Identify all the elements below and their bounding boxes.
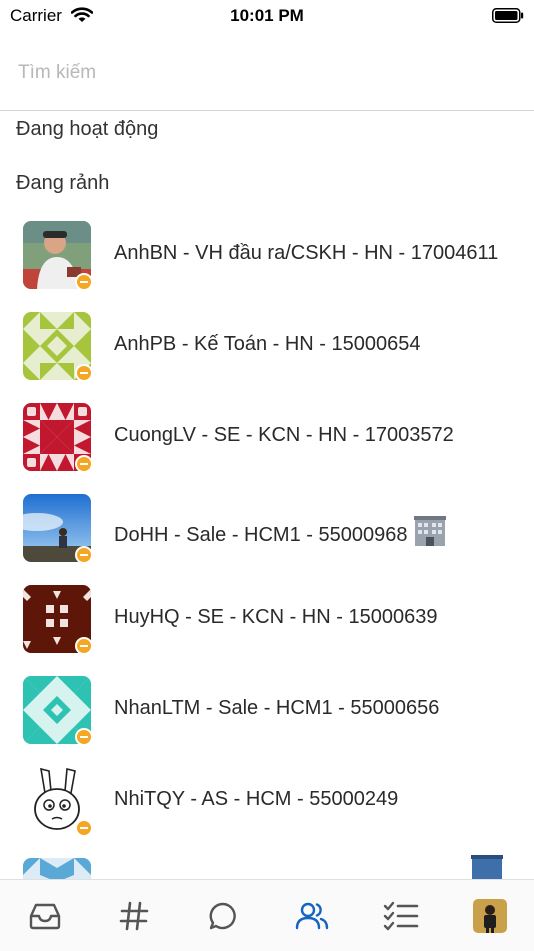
office-building-icon: [471, 855, 503, 879]
avatar: [23, 403, 93, 473]
contact-row[interactable]: [0, 848, 534, 879]
chat-bubble-icon: [209, 902, 236, 930]
contact-name: DoHH - Sale - HCM1 - 55000968: [114, 515, 504, 547]
contact-row[interactable]: AnhPB - Kế Toán - HN - 15000654: [0, 302, 534, 393]
inbox-icon: [29, 903, 61, 930]
contact-name: HuyHQ - SE - KCN - HN - 15000639: [114, 606, 438, 628]
contact-row[interactable]: NhanLTM - Sale - HCM1 - 55000656: [0, 666, 534, 757]
avatar: [23, 221, 93, 291]
tab-profile[interactable]: [470, 898, 510, 934]
tab-channels[interactable]: [114, 898, 154, 934]
tab-contacts[interactable]: [292, 898, 332, 934]
idle-status-icon: [75, 637, 93, 655]
tab-tasks[interactable]: [381, 898, 421, 934]
contact-name: AnhBN - VH đầu ra/CSKH - HN - 17004611: [114, 242, 499, 264]
contact-row[interactable]: NhiTQY - AS - HCM - 55000249: [0, 757, 534, 848]
avatar: [23, 767, 93, 837]
idle-status-icon: [75, 273, 93, 291]
clock-label: 10:01 PM: [230, 6, 304, 25]
contact-name: AnhPB - Kế Toán - HN - 15000654: [114, 333, 421, 355]
avatar: [23, 676, 93, 746]
contact-name: NhiTQY - AS - HCM - 55000249: [114, 788, 399, 810]
office-building-icon: [414, 516, 447, 546]
contacts-icon: [295, 902, 329, 930]
status-bar: Carrier 10:01 PM: [0, 0, 534, 30]
contact-row[interactable]: CuongLV - SE - KCN - HN - 17003572: [0, 393, 534, 484]
checklist-icon: [383, 901, 419, 931]
idle-status-icon: [75, 728, 93, 746]
contact-name-text: DoHH - Sale - HCM1 - 55000968: [114, 524, 408, 546]
section-header-active[interactable]: Đang hoạt động: [16, 118, 158, 141]
idle-status-icon: [75, 455, 93, 473]
idle-status-icon: [75, 364, 93, 382]
tab-inbox[interactable]: [25, 898, 65, 934]
profile-avatar: [473, 899, 507, 933]
avatar: [23, 858, 91, 879]
contact-row[interactable]: AnhBN - VH đầu ra/CSKH - HN - 17004611: [0, 211, 534, 302]
identicon-avatar: [23, 858, 91, 879]
idle-status-icon: [75, 819, 93, 837]
tab-messages[interactable]: [203, 898, 243, 934]
contact-row[interactable]: HuyHQ - SE - KCN - HN - 15000639: [0, 575, 534, 666]
contact-list[interactable]: AnhBN - VH đầu ra/CSKH - HN - 17004611 A…: [0, 211, 534, 879]
battery-icon: [492, 8, 524, 23]
idle-status-icon: [75, 546, 93, 564]
hashtag-icon: [119, 901, 149, 931]
section-header-idle[interactable]: Đang rảnh: [16, 172, 109, 195]
search-input[interactable]: [18, 58, 498, 88]
avatar: [23, 585, 93, 655]
avatar: [23, 312, 93, 382]
contact-name: CuongLV - SE - KCN - HN - 17003572: [114, 424, 454, 446]
tab-bar: [0, 879, 534, 951]
avatar: [23, 494, 93, 564]
contact-name: NhanLTM - Sale - HCM1 - 55000656: [114, 697, 440, 719]
search-bar: [0, 44, 534, 111]
contact-row[interactable]: DoHH - Sale - HCM1 - 55000968: [0, 484, 534, 575]
